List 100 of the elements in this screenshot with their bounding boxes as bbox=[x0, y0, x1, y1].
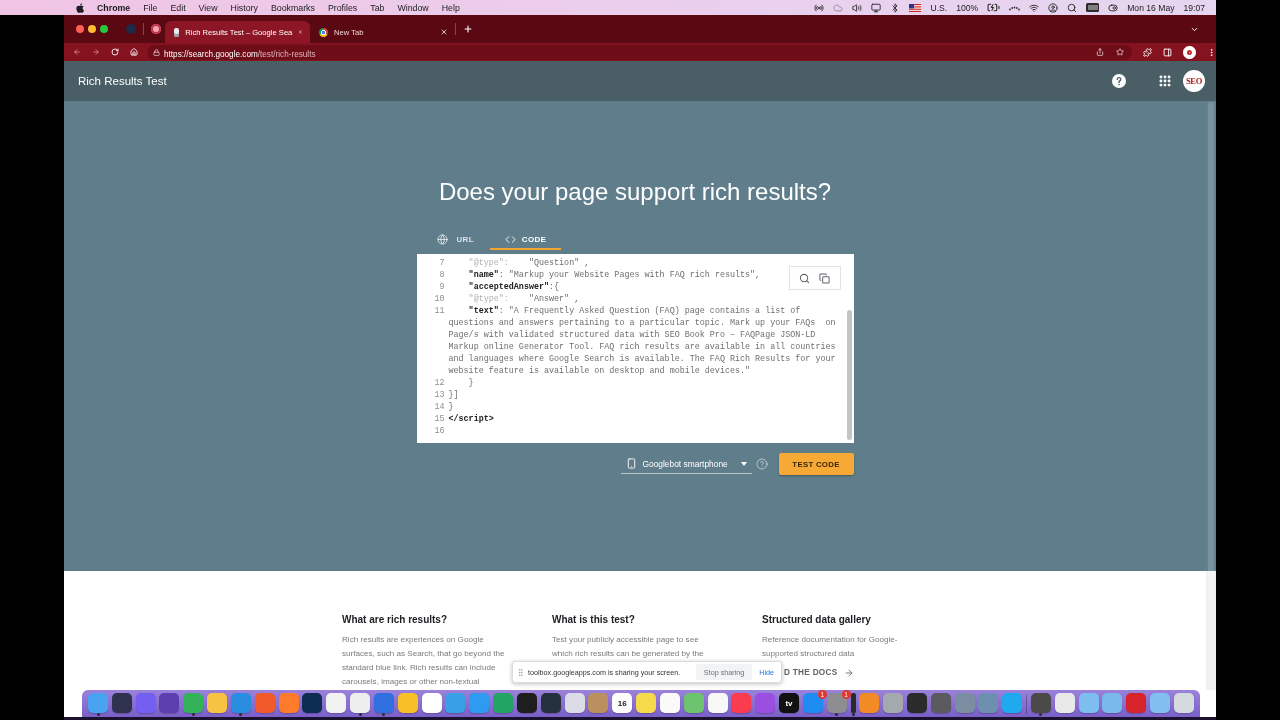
app-icon[interactable] bbox=[683, 693, 704, 713]
address-field[interactable]: https://search.google.com/test/rich-results bbox=[147, 44, 1133, 60]
back-arrow-icon[interactable] bbox=[73, 48, 81, 56]
help-icon[interactable] bbox=[1112, 74, 1126, 88]
search-icon[interactable] bbox=[799, 272, 810, 284]
display-icon[interactable] bbox=[871, 2, 882, 13]
app-icon[interactable] bbox=[1054, 693, 1075, 713]
cloud-icon[interactable] bbox=[833, 2, 844, 13]
drag-handle-icon[interactable] bbox=[516, 667, 525, 677]
code-editor[interactable] bbox=[416, 254, 854, 443]
line-number: 12 bbox=[433, 377, 445, 389]
app-icon[interactable] bbox=[421, 693, 442, 713]
section-text: Rich results are experiences on Google surfaces, such as Search, that go beyond the standard blue link. Rich results can include carousels, images or other non-textual bbox=[342, 634, 505, 688]
star-icon[interactable] bbox=[1116, 48, 1125, 56]
menu-item[interactable]: History bbox=[230, 2, 258, 13]
page-icon bbox=[174, 27, 180, 37]
menu-item[interactable]: File bbox=[143, 2, 158, 13]
menu-icon[interactable] bbox=[1207, 47, 1216, 57]
menu-item[interactable]: Bookmarks bbox=[270, 2, 315, 13]
app-icon[interactable] bbox=[1173, 693, 1194, 713]
antenna-icon[interactable] bbox=[814, 2, 825, 13]
menu-item[interactable]: Edit bbox=[170, 2, 186, 13]
app-icon[interactable] bbox=[907, 693, 927, 713]
section-text: Test your publicly accessible page to see which rich results can be generated by the bbox=[552, 634, 704, 660]
arrow-right-icon bbox=[843, 668, 854, 678]
line-number: 10 bbox=[433, 293, 445, 305]
device-dropdown[interactable]: Googlebot smartphone bbox=[620, 454, 752, 474]
app-icon[interactable] bbox=[1102, 693, 1123, 713]
account-avatar[interactable]: SEO bbox=[1183, 70, 1205, 92]
reload-icon[interactable] bbox=[111, 48, 119, 56]
pinned-tab-icon[interactable] bbox=[151, 24, 161, 34]
section-heading: Structured data gallery bbox=[762, 613, 871, 627]
app-icon[interactable] bbox=[159, 693, 180, 713]
app-icon[interactable] bbox=[636, 693, 657, 713]
user-icon[interactable] bbox=[1048, 2, 1059, 13]
menu-item[interactable]: Help bbox=[441, 2, 460, 13]
apple-icon[interactable] bbox=[76, 2, 84, 13]
share-icon[interactable] bbox=[1096, 48, 1105, 56]
app-icon[interactable] bbox=[326, 693, 347, 713]
app-icon[interactable] bbox=[397, 693, 418, 713]
app-icon[interactable] bbox=[540, 693, 561, 713]
line-number: 15 bbox=[433, 413, 445, 425]
battery-icon[interactable] bbox=[987, 1, 1001, 14]
app-icon[interactable]: 16 bbox=[612, 693, 633, 713]
zoom-window-button[interactable] bbox=[100, 25, 108, 33]
section-text: Reference documentation for Google- supported structured data bbox=[762, 634, 898, 660]
flag-icon[interactable] bbox=[909, 3, 922, 12]
new-tab-plus-icon[interactable] bbox=[463, 24, 473, 34]
app-icon[interactable] bbox=[111, 693, 132, 713]
wifi-icon[interactable] bbox=[1029, 2, 1040, 13]
time-text[interactable]: 19:07 bbox=[1183, 2, 1205, 13]
menu-item[interactable]: Profiles bbox=[327, 2, 358, 13]
app-icon[interactable] bbox=[564, 693, 585, 713]
menu-item[interactable]: View bbox=[198, 2, 218, 13]
forward-arrow-icon[interactable] bbox=[92, 48, 100, 56]
app-icon[interactable] bbox=[1078, 693, 1099, 713]
app-icon[interactable] bbox=[516, 693, 537, 713]
puzzle-icon[interactable] bbox=[1143, 47, 1153, 57]
caret-icon bbox=[740, 461, 747, 466]
docs-link[interactable]: D THE DOCS bbox=[784, 666, 854, 680]
side-panel-icon[interactable] bbox=[1163, 47, 1173, 57]
minimize-window-button[interactable] bbox=[88, 25, 96, 33]
search-icon[interactable] bbox=[1067, 2, 1078, 13]
app-icon[interactable] bbox=[707, 693, 728, 713]
striped-rectangle-icon[interactable] bbox=[1086, 3, 1100, 12]
scrollbar-thumb[interactable] bbox=[846, 310, 852, 440]
menu-item[interactable]: Window bbox=[397, 2, 429, 13]
keyboard-layout-text[interactable]: U.S. bbox=[930, 2, 948, 13]
app-icon[interactable] bbox=[350, 693, 371, 713]
bluetooth-icon[interactable] bbox=[890, 2, 901, 13]
dots-icon[interactable] bbox=[1009, 4, 1021, 11]
lock-icon bbox=[153, 48, 160, 56]
toggle-icon[interactable] bbox=[1108, 2, 1119, 13]
scrollbar[interactable] bbox=[1206, 101, 1216, 690]
line-number: 14 bbox=[433, 401, 445, 413]
apps-grid-icon[interactable] bbox=[1158, 74, 1172, 88]
app-icon[interactable] bbox=[1030, 693, 1051, 713]
app-icon[interactable] bbox=[302, 693, 323, 713]
volume-icon[interactable] bbox=[852, 2, 863, 13]
app-icon[interactable] bbox=[207, 693, 228, 713]
code-line: "text": "A Frequently Asked Question (FAQ) page contains a list of questions and answers pertaining to a particular topic. Mark up your FAQs on Page/s with validated structured data with SEO Book Pro – FAQPage JSON-LD Markup online Generator Tool. FAQ rich results are available in all countries and languages where Google Search is available. The FAQ Rich Results for your website feature is available on desktop and mobile devices." bbox=[448, 305, 837, 377]
section-heading: What is this test? bbox=[552, 613, 635, 627]
input-mode-tab[interactable]: CODE bbox=[489, 230, 562, 250]
line-number: 8 bbox=[438, 269, 445, 281]
app-icon[interactable] bbox=[850, 693, 856, 713]
app-icon[interactable]: tv bbox=[779, 693, 799, 713]
app-icon[interactable] bbox=[1150, 693, 1171, 713]
line-number: 9 bbox=[438, 281, 445, 293]
home-icon[interactable] bbox=[130, 48, 138, 56]
avatar-icon[interactable] bbox=[1183, 45, 1196, 59]
menu-item[interactable]: Tab bbox=[370, 2, 385, 13]
date-text[interactable]: Mon 16 May bbox=[1127, 2, 1175, 13]
app-icon[interactable] bbox=[659, 693, 680, 713]
code-line: } bbox=[448, 401, 454, 413]
close-window-button[interactable] bbox=[76, 25, 84, 33]
app-menu[interactable]: Chrome bbox=[97, 2, 131, 13]
copy-icon[interactable] bbox=[819, 272, 830, 284]
code-line: "@type": "Question" , bbox=[467, 257, 590, 269]
section-heading: What are rich results? bbox=[342, 613, 448, 627]
close-icon[interactable] bbox=[440, 28, 448, 36]
